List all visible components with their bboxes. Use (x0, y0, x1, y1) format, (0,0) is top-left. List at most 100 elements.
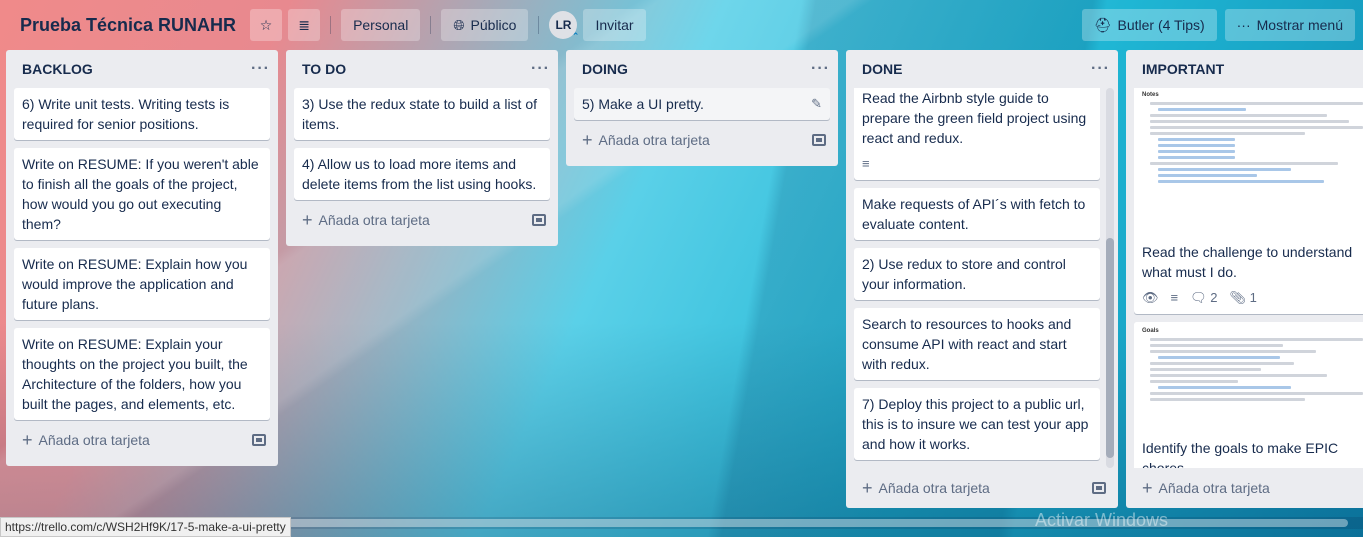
add-card-button[interactable]: + Añada otra tarjeta (1142, 478, 1270, 499)
list-title[interactable]: TO DO (302, 61, 346, 77)
board-title[interactable]: Prueba Técnica RUNAHR (16, 15, 240, 36)
card-cover-image: Goals (1134, 322, 1363, 432)
card-badges: 👁︎ ≡ 🗨︎ 2 📎︎ 1 (1142, 288, 1363, 308)
card-with-cover[interactable]: Goals Identify the goals to make EPIC ch… (1134, 322, 1363, 468)
list-header: BACKLOG ··· (6, 50, 278, 88)
header-right: ⛑︎ Butler (4 Tips) ··· Mostrar menú (1081, 9, 1355, 41)
board-header: Prueba Técnica RUNAHR ☆ ≣ Personal 🌐︎ Pú… (0, 0, 1363, 50)
list-title[interactable]: BACKLOG (22, 61, 93, 77)
list-menu-icon[interactable]: ··· (531, 60, 550, 78)
card[interactable]: 4) Allow us to load more items and delet… (294, 148, 550, 200)
watch-eye-icon: 👁︎ (1142, 290, 1159, 305)
card[interactable]: 2) Use redux to store and control your i… (854, 248, 1100, 300)
list-title[interactable]: DOING (582, 61, 628, 77)
pencil-icon[interactable]: ✎ (811, 94, 822, 114)
list-title[interactable]: IMPORTANT (1142, 61, 1224, 77)
butler-label: Butler (4 Tips) (1117, 17, 1205, 33)
header-divider (538, 16, 540, 34)
list-footer: + Añada otra tarjeta (566, 120, 838, 160)
add-card-button[interactable]: + Añada otra tarjeta (302, 210, 430, 231)
butler-icon: ⛑︎ (1093, 16, 1112, 33)
admin-chevron-icon: ⌃ (571, 31, 580, 41)
list-important: IMPORTANT Notes Read the challenge to un… (1126, 50, 1363, 508)
star-icon: ☆ (259, 16, 273, 33)
plus-icon: + (582, 129, 593, 150)
list-footer: + Añada otra tarjeta (6, 420, 278, 460)
header-divider (430, 16, 432, 34)
description-icon: ≡ (1170, 290, 1179, 305)
card[interactable]: 7) Deploy this project to a public url, … (854, 388, 1100, 460)
comment-count: 2 (1210, 290, 1218, 305)
card-template-icon[interactable] (1092, 482, 1106, 494)
show-menu-label: Mostrar menú (1256, 17, 1343, 33)
plus-icon: + (862, 477, 873, 498)
card-template-icon[interactable] (532, 214, 546, 226)
list-footer: + Añada otra tarjeta (846, 468, 1118, 508)
list-header: IMPORTANT (1126, 50, 1363, 88)
public-visibility-button[interactable]: 🌐︎ Público (441, 9, 529, 41)
avatar-initials: LR (555, 18, 572, 32)
add-card-label: Añada otra tarjeta (878, 480, 990, 496)
board-menu-button[interactable]: ≣ (288, 9, 321, 41)
list-header: DONE ··· (846, 50, 1118, 88)
public-visibility-label: Público (470, 17, 517, 33)
list-footer: + Añada otra tarjeta (286, 200, 558, 240)
card-container: 6) Write unit tests. Writing tests is re… (6, 88, 278, 420)
list-menu-icon[interactable]: ··· (1091, 60, 1110, 78)
card-template-icon[interactable] (252, 434, 266, 446)
invite-button[interactable]: Invitar (583, 9, 646, 41)
globe-icon: 🌐︎ (453, 16, 465, 33)
add-card-label: Añada otra tarjeta (598, 132, 710, 148)
card-text: Identify the goals to make EPIC chores. (1142, 440, 1339, 468)
list-menu-icon[interactable]: ··· (811, 60, 830, 78)
add-card-label: Añada otra tarjeta (38, 432, 150, 448)
plus-icon: + (22, 429, 33, 450)
team-visibility-button[interactable]: Personal (341, 9, 421, 41)
card-container: 3) Use the redux state to build a list o… (286, 88, 558, 200)
list-menu-icon[interactable]: ··· (251, 60, 270, 78)
card-template-icon[interactable] (812, 134, 826, 146)
more-icon: ··· (1236, 17, 1251, 33)
show-menu-button[interactable]: ··· Mostrar menú (1224, 9, 1355, 41)
avatar[interactable]: LR ⌃ (549, 11, 580, 41)
invite-label: Invitar (595, 17, 634, 33)
list-icon: ≣ (298, 16, 310, 33)
card[interactable]: Read the Airbnb style guide to prepare t… (854, 88, 1100, 180)
card-hovered[interactable]: 5) Make a UI pretty. ✎ (574, 88, 830, 120)
card-body: Read the challenge to understand what mu… (1134, 236, 1363, 314)
add-card-label: Añada otra tarjeta (318, 212, 430, 228)
add-card-label: Añada otra tarjeta (1158, 480, 1270, 496)
add-card-button[interactable]: + Añada otra tarjeta (22, 430, 150, 451)
card-cover-image: Notes (1134, 88, 1363, 236)
add-card-button[interactable]: + Añada otra tarjeta (862, 478, 990, 499)
card[interactable]: Make requests of API´s with fetch to eva… (854, 188, 1100, 240)
card-container: Read the Airbnb style guide to prepare t… (846, 88, 1118, 468)
card[interactable]: Write on RESUME: If you weren't able to … (14, 148, 270, 240)
list-header: TO DO ··· (286, 50, 558, 88)
star-button[interactable]: ☆ (250, 9, 283, 41)
card[interactable]: Search to resources to hooks and consume… (854, 308, 1100, 380)
add-card-button[interactable]: + Añada otra tarjeta (582, 130, 710, 151)
card[interactable]: 3) Use the redux state to build a list o… (294, 88, 550, 140)
card[interactable]: 6) Write unit tests. Writing tests is re… (14, 88, 270, 140)
card[interactable]: Write on RESUME: Explain how you would i… (14, 248, 270, 320)
card-text: 5) Make a UI pretty. (582, 96, 704, 112)
butler-button[interactable]: ⛑︎ Butler (4 Tips) (1081, 9, 1217, 41)
list-todo: TO DO ··· 3) Use the redux state to buil… (286, 50, 558, 246)
card[interactable]: Write on RESUME: Explain your thoughts o… (14, 328, 270, 420)
card-text: Read the challenge to understand what mu… (1142, 244, 1353, 280)
list-title[interactable]: DONE (862, 61, 902, 77)
card-container: 5) Make a UI pretty. ✎ (566, 88, 838, 120)
cover-heading: Notes (1142, 92, 1159, 98)
cover-heading: Goals (1142, 328, 1159, 334)
windows-activation-watermark: Activar Windows (1035, 510, 1169, 530)
team-visibility-label: Personal (353, 17, 409, 33)
list-scrollbar-thumb[interactable] (1106, 238, 1114, 458)
paperclip-icon: 📎︎ (1229, 290, 1246, 305)
status-bar-url: https://trello.com/c/WSH2Hf9K/17-5-make-… (0, 517, 291, 537)
card-with-cover[interactable]: Notes Read the challenge to understand w… (1134, 88, 1363, 314)
list-doing: DOING ··· 5) Make a UI pretty. ✎ + Añada… (566, 50, 838, 166)
list-header: DOING ··· (566, 50, 838, 88)
list-done: DONE ··· Read the Airbnb style guide to … (846, 50, 1118, 508)
list-scrollbar[interactable] (1106, 88, 1114, 468)
